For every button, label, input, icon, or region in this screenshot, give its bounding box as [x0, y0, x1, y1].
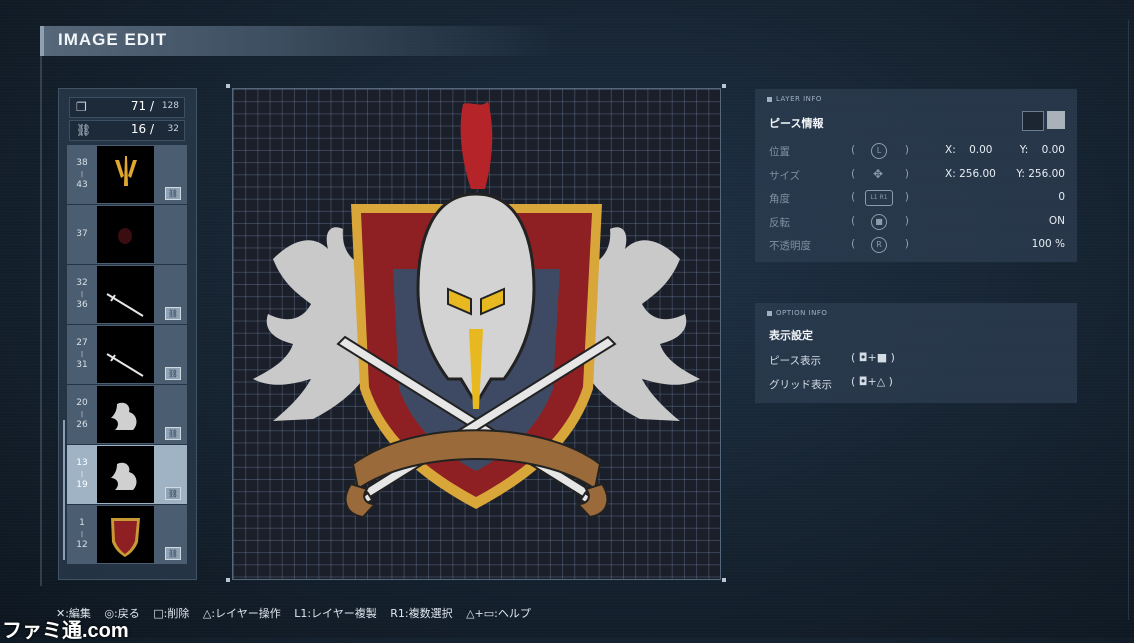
button-help-bar: ✕:編集 ◎:戻る □:削除 △:レイヤー操作 L1:レイヤー複製 R1:複数選…	[56, 605, 541, 621]
help-help: △+▭:ヘルプ	[466, 607, 531, 620]
link-icon[interactable]: ⛓	[165, 187, 181, 200]
layer-range: 13 | 19	[67, 445, 97, 504]
link-icon[interactable]: ⛓	[165, 427, 181, 440]
layer-range-top: 20	[76, 398, 88, 408]
layer-info-header: LAYER INFO	[767, 95, 822, 103]
layer-range: 38 | 43	[67, 145, 97, 204]
layer-range-bottom: 19	[76, 480, 88, 490]
layer-thumbnail-shield	[97, 506, 154, 563]
layer-panel: ❐ 71 / 128 ⛓ 16 / 32 38 | 43 ⛓ 37 32 | 36 ⛓ 27 | 31…	[58, 88, 197, 580]
link-max: 32	[167, 124, 179, 134]
layer-range-top: 1	[79, 518, 85, 528]
color-swatch-secondary[interactable]	[1047, 111, 1065, 129]
layer-range-separator: |	[80, 171, 84, 178]
pieces-icon: ❐	[76, 100, 87, 114]
layer-row[interactable]: 32 | 36 ⛓	[67, 265, 187, 324]
left-stick-icon: L	[871, 143, 887, 159]
help-layer-ops: △:レイヤー操作	[202, 607, 281, 620]
layer-range-separator: |	[80, 471, 84, 478]
piece-display-combo: ( ◘+■ )	[851, 351, 895, 364]
dpad-icon: ✥	[872, 167, 884, 181]
layer-info-panel: LAYER INFO ピース情報 位置 (L) X: 0.00 Y: 0.00 …	[755, 89, 1077, 262]
frame-right-line	[1128, 20, 1129, 620]
square-button-icon: ■	[871, 214, 887, 230]
piece-display-row[interactable]: ピース表示 ( ◘+■ )	[769, 351, 1069, 369]
layer-thumbnail-trident-emblem	[97, 146, 154, 203]
link-icon[interactable]: ⛓	[165, 367, 181, 380]
layer-thumbnail-sword	[97, 266, 154, 323]
size-row[interactable]: サイズ (✥) X: 256.00 Y: 256.00	[769, 166, 1069, 184]
link-counter: ⛓ 16 / 32	[69, 120, 185, 141]
option-info-panel: OPTION INFO 表示設定 ピース表示 ( ◘+■ ) グリッド表示 ( …	[755, 303, 1077, 403]
layer-row[interactable]: 20 | 26 ⛓	[67, 385, 187, 444]
layer-range-separator: |	[80, 291, 84, 298]
layer-thumbnail-sword	[97, 326, 154, 383]
emblem-artwork	[253, 101, 700, 519]
layer-range-bottom: 26	[76, 420, 88, 430]
layer-range-top: 37	[76, 229, 88, 239]
layer-scrollbar[interactable]	[63, 420, 65, 560]
frame-left-line	[40, 56, 42, 586]
canvas-corner-marker	[226, 578, 230, 582]
help-duplicate-layer: L1:レイヤー複製	[294, 607, 377, 620]
watermark-logo: ファミ通.com	[2, 620, 129, 642]
position-row[interactable]: 位置 (L) X: 0.00 Y: 0.00	[769, 142, 1069, 160]
canvas-corner-marker	[226, 84, 230, 88]
right-stick-icon: R	[871, 237, 887, 253]
flip-row[interactable]: 反転 (■) ON	[769, 213, 1069, 231]
layer-thumbnail-red-dot	[97, 206, 154, 263]
link-icon: ⛓	[76, 123, 92, 137]
layer-range: 27 | 31	[67, 325, 97, 384]
layer-range-separator: |	[80, 411, 84, 418]
layer-list: 38 | 43 ⛓ 37 32 | 36 ⛓ 27 | 31 ⛓ 20 | 26 ⛓ 13 | 19 ⛓ 1 | 12 ⛓	[67, 145, 187, 565]
layer-row[interactable]: 13 | 19 ⛓	[67, 445, 187, 504]
link-icon[interactable]: ⛓	[165, 487, 181, 500]
help-delete: □:削除	[153, 607, 190, 620]
layer-range-bottom: 43	[76, 180, 88, 190]
layer-range-top: 38	[76, 158, 88, 168]
title-bar: IMAGE EDIT	[40, 26, 560, 56]
layer-row[interactable]: 27 | 31 ⛓	[67, 325, 187, 384]
layer-range-bottom: 31	[76, 360, 88, 370]
layer-thumbnail-dragon	[97, 446, 154, 503]
canvas-corner-marker	[722, 578, 726, 582]
layer-range-bottom: 36	[76, 300, 88, 310]
layer-row[interactable]: 1 | 12 ⛓	[67, 505, 187, 564]
option-info-header: OPTION INFO	[767, 309, 827, 317]
canvas-corner-marker	[722, 84, 726, 88]
emblem-canvas[interactable]	[232, 88, 721, 580]
piece-info-title: ピース情報	[769, 117, 824, 130]
layer-range: 32 | 36	[67, 265, 97, 324]
layer-range-top: 27	[76, 338, 88, 348]
link-count: 16 /	[130, 122, 154, 136]
layer-thumbnail-dragon	[97, 386, 154, 443]
layer-range: 37	[67, 205, 97, 264]
link-icon[interactable]: ⛓	[165, 307, 181, 320]
grid-display-row[interactable]: グリッド表示 ( ◘+△ )	[769, 375, 1069, 393]
piece-max: 128	[161, 101, 179, 111]
layer-range-bottom: 12	[76, 540, 88, 550]
piece-count: 71 /	[130, 99, 154, 113]
color-swatch-primary[interactable]	[1022, 111, 1044, 131]
layer-range: 1 | 12	[67, 505, 97, 564]
layer-range-separator: |	[80, 531, 84, 538]
page-title: IMAGE EDIT	[58, 30, 168, 49]
display-settings-title: 表示設定	[769, 329, 813, 342]
layer-range-top: 13	[76, 458, 88, 468]
help-multi-select: R1:複数選択	[390, 607, 453, 620]
opacity-row[interactable]: 不透明度 (R) 100 %	[769, 236, 1069, 254]
title-accent	[40, 26, 44, 56]
layer-range: 20 | 26	[67, 385, 97, 444]
layer-range-separator: |	[80, 351, 84, 358]
layer-row[interactable]: 38 | 43 ⛓	[67, 145, 187, 204]
layer-range-top: 32	[76, 278, 88, 288]
piece-counter: ❐ 71 / 128	[69, 97, 185, 118]
grid-display-combo: ( ◘+△ )	[851, 375, 893, 388]
angle-row[interactable]: 角度 (L1 R1) 0	[769, 189, 1069, 207]
l1-r1-icon: L1 R1	[865, 190, 893, 206]
link-icon[interactable]: ⛓	[165, 547, 181, 560]
layer-row[interactable]: 37	[67, 205, 187, 264]
